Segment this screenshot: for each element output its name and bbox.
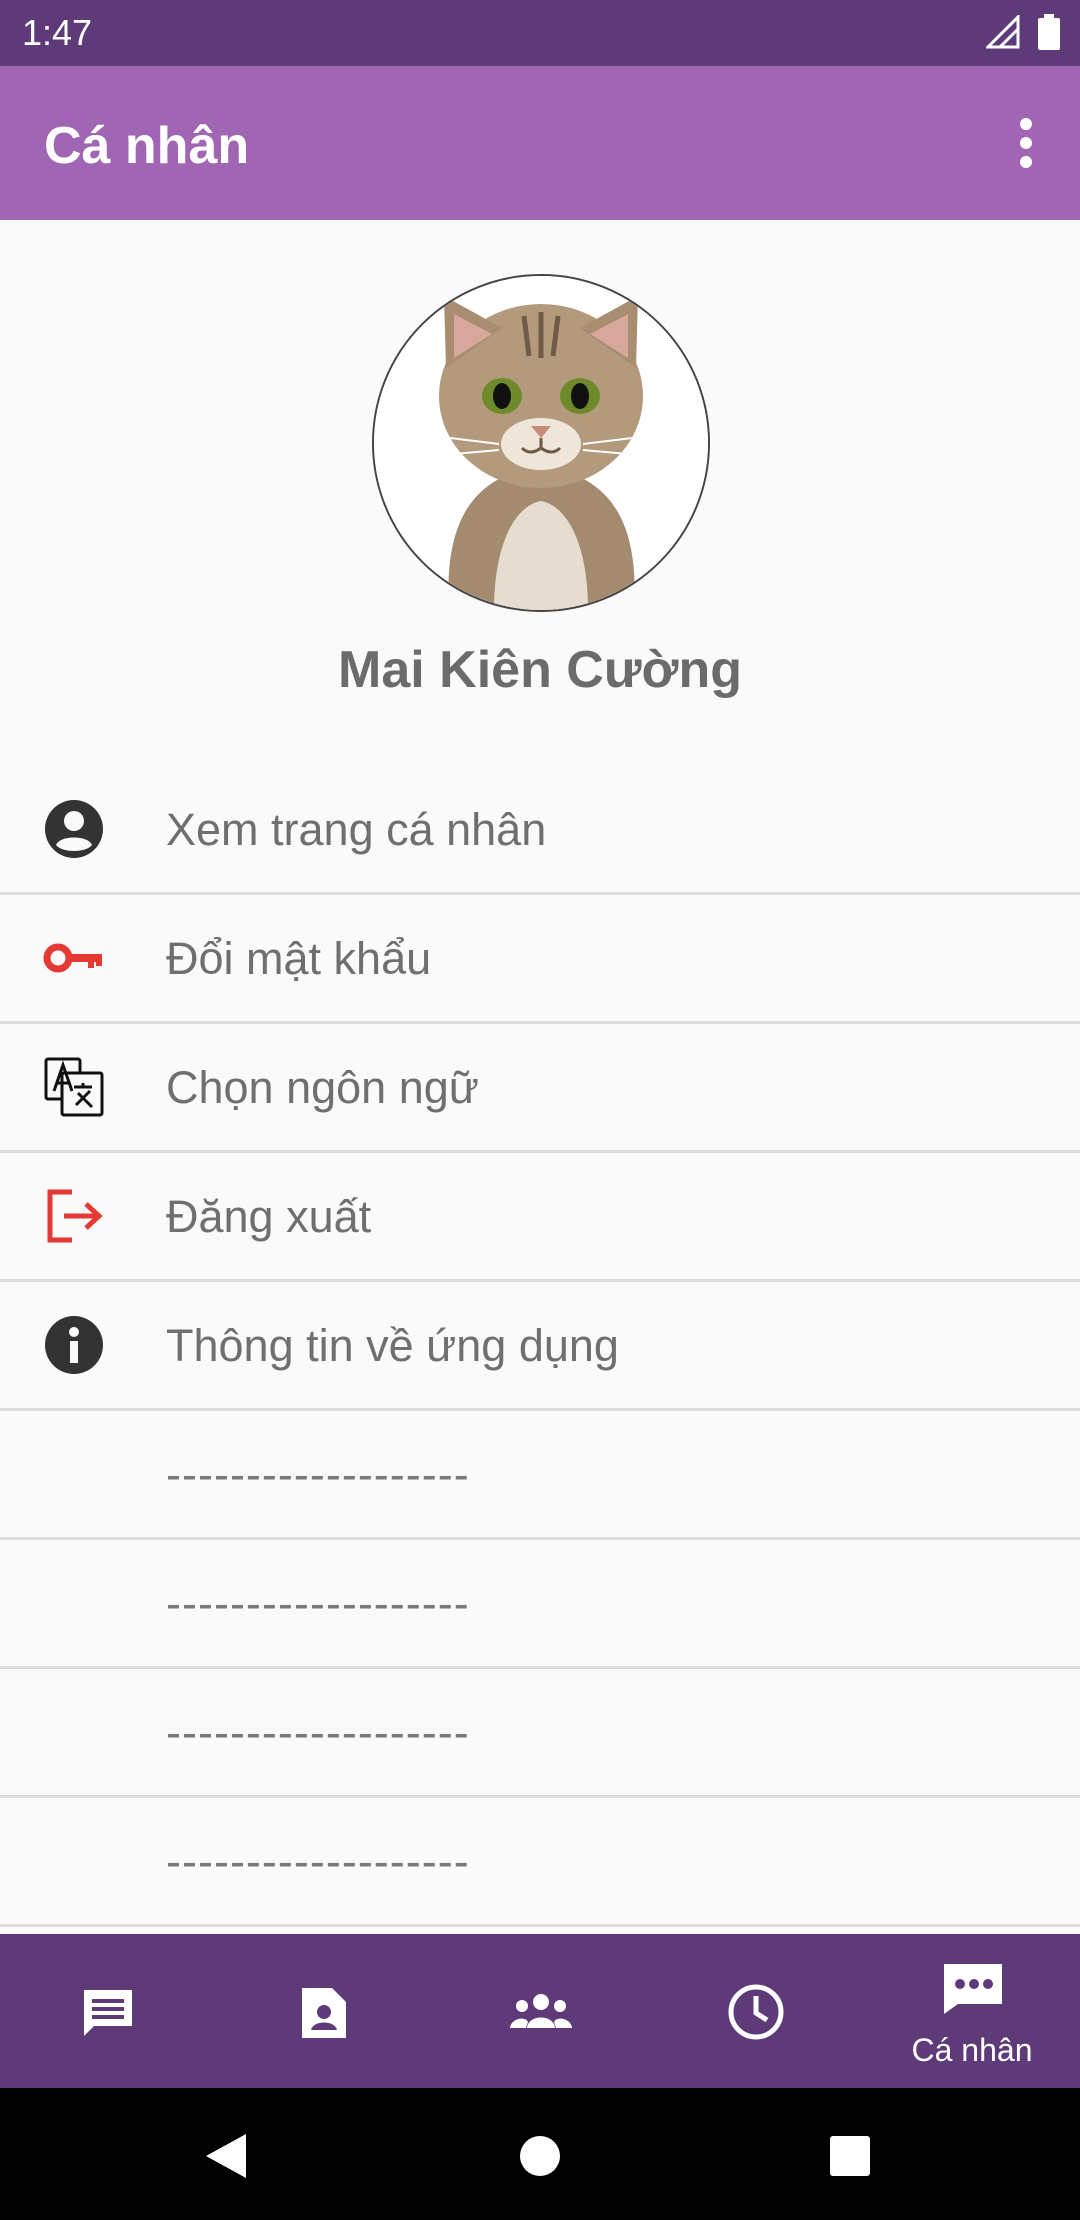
status-icons — [986, 14, 1060, 50]
clock-icon — [728, 1984, 784, 2040]
page-title: Cá nhân — [44, 117, 250, 175]
info-icon — [45, 1316, 103, 1374]
key-icon — [43, 943, 102, 973]
menu-label: ------------------- — [166, 1707, 470, 1758]
menu-label: ------------------- — [166, 1449, 470, 1500]
system-nav-bar — [0, 2088, 1080, 2220]
nav-item-history[interactable] — [648, 1934, 864, 2088]
menu-item-view-profile[interactable]: Xem trang cá nhân — [0, 766, 1080, 895]
menu-item-change-password[interactable]: Đổi mật khẩu — [0, 895, 1080, 1024]
chat-icon — [84, 1990, 132, 2036]
menu-label: Thông tin về ứng dụng — [166, 1320, 619, 1371]
recents-icon[interactable] — [830, 2136, 870, 2176]
menu-label: Chọn ngôn ngữ — [166, 1062, 479, 1113]
home-icon[interactable] — [518, 2134, 562, 2178]
battery-icon — [1038, 14, 1060, 50]
nav-label: Cá nhân — [911, 2032, 1033, 2068]
menu-item-placeholder[interactable]: ------------------- — [0, 1411, 1080, 1540]
menu-label: Đổi mật khẩu — [166, 933, 432, 984]
app-bar: Cá nhân — [0, 66, 1080, 220]
nav-item-profile[interactable]: Cá nhân — [864, 1934, 1080, 2088]
status-time: 1:47 — [22, 12, 93, 53]
nav-item-groups[interactable] — [432, 1934, 648, 2088]
logout-icon — [47, 1189, 103, 1243]
cat-photo — [374, 276, 708, 610]
account-circle-icon — [45, 800, 103, 858]
group-icon — [510, 1994, 572, 2028]
status-bar: 1:47 — [0, 0, 1080, 66]
bottom-nav: Cá nhân — [0, 1934, 1080, 2088]
menu-label: Đăng xuất — [166, 1191, 372, 1242]
signal-icon — [986, 15, 1020, 49]
contact-card-icon — [302, 1988, 346, 2038]
menu-item-language[interactable]: Chọn ngôn ngữ — [0, 1024, 1080, 1153]
menu-item-about[interactable]: Thông tin về ứng dụng — [0, 1282, 1080, 1411]
translate-icon — [44, 1057, 104, 1117]
profile-menu: Xem trang cá nhân Đổi mật khẩu Chọn ngôn… — [0, 766, 1080, 1927]
menu-item-placeholder[interactable]: ------------------- — [0, 1669, 1080, 1798]
back-icon[interactable] — [204, 2132, 248, 2180]
nav-item-messages[interactable] — [0, 1934, 216, 2088]
menu-item-placeholder[interactable]: ------------------- — [0, 1540, 1080, 1669]
menu-item-logout[interactable]: Đăng xuất — [0, 1153, 1080, 1282]
menu-label: ------------------- — [166, 1836, 470, 1887]
menu-label: ------------------- — [166, 1578, 470, 1629]
more-options-icon[interactable] — [1006, 118, 1046, 168]
profile-name: Mai Kiên Cường — [338, 641, 742, 699]
avatar[interactable] — [372, 274, 710, 612]
more-chat-icon — [944, 1964, 1002, 2014]
nav-item-contacts[interactable] — [216, 1934, 432, 2088]
menu-item-placeholder[interactable]: ------------------- — [0, 1798, 1080, 1927]
menu-label: Xem trang cá nhân — [166, 804, 547, 855]
